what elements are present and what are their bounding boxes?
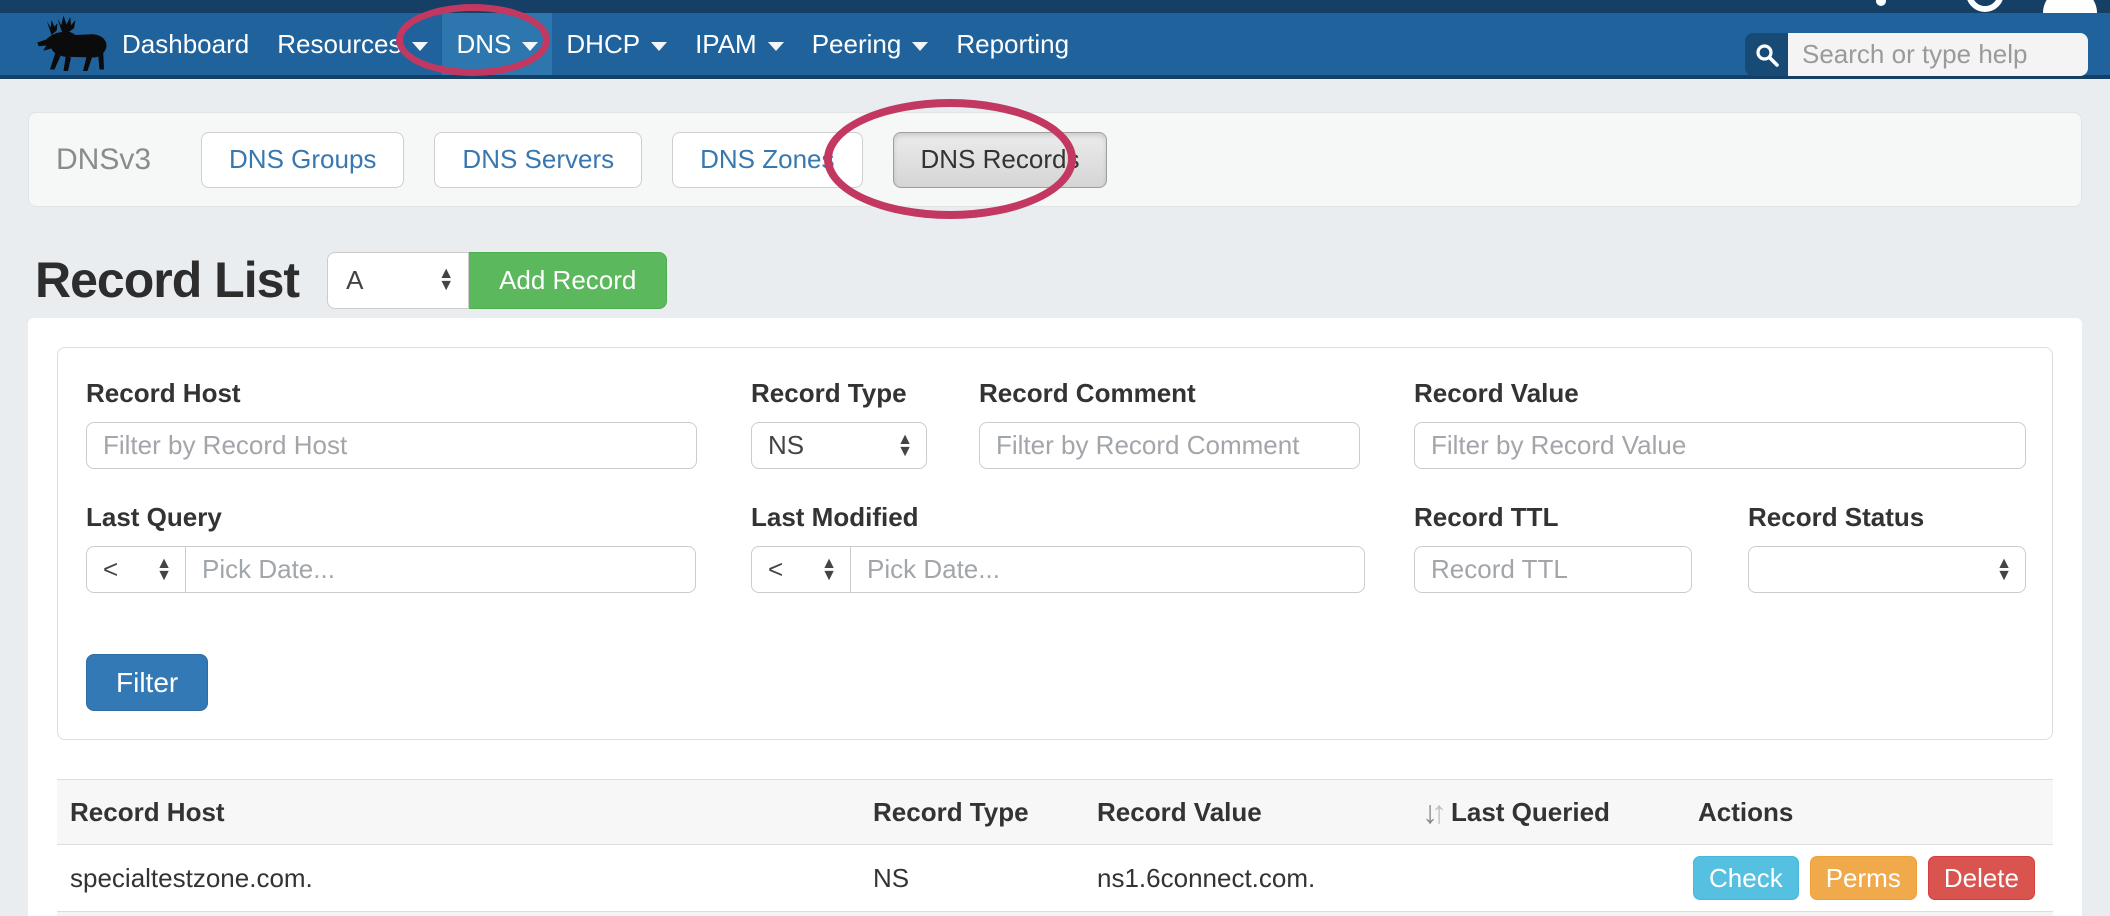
record-host-input[interactable] xyxy=(86,422,697,469)
filter-submit-button[interactable]: Filter xyxy=(86,654,208,711)
sort-ascending-icon: ↑ xyxy=(1431,794,1447,831)
filter-field-record-type: Record Type NS ▲▼ xyxy=(751,378,927,469)
search-icon[interactable] xyxy=(1745,33,1788,76)
next-row-partial xyxy=(57,912,2053,916)
record-list-card: Record Host Record Type NS ▲▼ Record Com… xyxy=(28,318,2082,916)
last-modified-operator-select[interactable]: < ▲▼ xyxy=(751,546,851,593)
record-type-selected-value: A xyxy=(346,265,363,296)
perms-button[interactable]: Perms xyxy=(1810,856,1917,900)
search-input[interactable] xyxy=(1788,33,2088,76)
dns-records-page: Dashboard Resources DNS DHCP IPAM Peerin… xyxy=(0,0,2110,916)
filter-field-record-ttl: Record TTL xyxy=(1414,502,1692,593)
check-button[interactable]: Check xyxy=(1693,856,1799,900)
record-value-label: Record Value xyxy=(1414,378,2026,409)
record-comment-input[interactable] xyxy=(979,422,1360,469)
nav-item-dashboard[interactable]: Dashboard xyxy=(108,13,263,75)
filter-field-record-status: Record Status ▲▼ xyxy=(1748,502,2026,593)
record-value-input[interactable] xyxy=(1414,422,2026,469)
nav-item-dns[interactable]: DNS xyxy=(442,13,552,75)
cell-actions: Check Perms Delete xyxy=(1683,856,2053,900)
record-type-filter-select[interactable]: NS ▲▼ xyxy=(751,422,927,469)
last-query-combo: < ▲▼ xyxy=(86,546,697,593)
main-navbar: Dashboard Resources DNS DHCP IPAM Peerin… xyxy=(0,13,2110,79)
records-table: Record Host Record Type Record Value ↓ ↑… xyxy=(57,779,2053,916)
table-row: specialtestzone.com. NS ns1.6connect.com… xyxy=(57,845,2053,912)
nav-item-dhcp[interactable]: DHCP xyxy=(552,13,681,75)
dnsv3-toolbar: DNSv3 DNS Groups DNS Servers DNS Zones D… xyxy=(28,112,2082,207)
nav-label: Reporting xyxy=(956,29,1069,60)
delete-button[interactable]: Delete xyxy=(1928,856,2035,900)
record-type-select[interactable]: A ▲▼ xyxy=(327,252,469,309)
record-comment-label: Record Comment xyxy=(979,378,1360,409)
filter-field-record-host: Record Host xyxy=(86,378,697,469)
add-record-group: A ▲▼ Add Record xyxy=(327,252,667,309)
filter-panel: Record Host Record Type NS ▲▼ Record Com… xyxy=(57,347,2053,740)
top-utility-strip xyxy=(0,0,2110,13)
last-query-date-input[interactable] xyxy=(185,546,696,593)
global-search xyxy=(1745,33,2088,76)
chevron-down-icon xyxy=(651,42,667,51)
cell-record-type: NS xyxy=(873,863,1097,894)
nav-item-peering[interactable]: Peering xyxy=(798,13,943,75)
record-type-filter-value: NS xyxy=(768,430,804,461)
chevron-down-icon xyxy=(768,42,784,51)
select-stepper-icon: ▲▼ xyxy=(821,558,837,581)
nav-label: IPAM xyxy=(695,29,757,60)
user-avatar-icon[interactable] xyxy=(2043,0,2097,13)
tab-dns-groups[interactable]: DNS Groups xyxy=(201,132,404,188)
filter-field-record-value: Record Value xyxy=(1414,378,2026,469)
last-modified-combo: < ▲▼ xyxy=(751,546,1366,593)
nav-menu: Dashboard Resources DNS DHCP IPAM Peerin… xyxy=(108,13,1083,75)
record-host-label: Record Host xyxy=(86,378,697,409)
chevron-down-icon xyxy=(522,42,538,51)
nav-item-ipam[interactable]: IPAM xyxy=(681,13,798,75)
nav-item-resources[interactable]: Resources xyxy=(263,13,442,75)
col-header-record-value: Record Value xyxy=(1097,797,1422,828)
col-header-record-type: Record Type xyxy=(873,797,1097,828)
col-header-record-host: Record Host xyxy=(57,797,873,828)
select-stepper-icon: ▲▼ xyxy=(1996,558,2012,581)
cell-record-value: ns1.6connect.com. xyxy=(1097,863,1422,894)
last-modified-date-input[interactable] xyxy=(850,546,1365,593)
table-header-row: Record Host Record Type Record Value ↓ ↑… xyxy=(57,779,2053,845)
last-modified-operator-value: < xyxy=(768,554,783,585)
filter-field-last-query: Last Query < ▲▼ xyxy=(86,502,697,593)
record-ttl-input[interactable] xyxy=(1414,546,1692,593)
add-record-button[interactable]: Add Record xyxy=(469,252,667,309)
nav-label: Dashboard xyxy=(122,29,249,60)
filter-field-last-modified: Last Modified < ▲▼ xyxy=(751,502,1366,593)
nav-item-reporting[interactable]: Reporting xyxy=(942,13,1083,75)
last-query-operator-value: < xyxy=(103,554,118,585)
chevron-down-icon xyxy=(412,42,428,51)
select-stepper-icon: ▲▼ xyxy=(438,268,454,291)
select-stepper-icon: ▲▼ xyxy=(156,558,172,581)
nav-label: Resources xyxy=(277,29,401,60)
last-queried-header-label: Last Queried xyxy=(1451,797,1610,828)
last-modified-label: Last Modified xyxy=(751,502,1366,533)
record-status-label: Record Status xyxy=(1748,502,2026,533)
select-stepper-icon: ▲▼ xyxy=(897,434,913,457)
last-query-operator-select[interactable]: < ▲▼ xyxy=(86,546,186,593)
record-status-select[interactable]: ▲▼ xyxy=(1748,546,2026,593)
record-list-header: Record List A ▲▼ Add Record xyxy=(35,243,667,317)
notification-dot-icon xyxy=(1876,0,1886,6)
nav-label: DNS xyxy=(456,29,511,60)
col-header-actions: Actions xyxy=(1683,797,2053,828)
filter-field-record-comment: Record Comment xyxy=(979,378,1360,469)
tab-dns-servers[interactable]: DNS Servers xyxy=(434,132,642,188)
tab-dns-records[interactable]: DNS Records xyxy=(893,132,1108,188)
col-header-last-queried[interactable]: ↓ ↑ Last Queried xyxy=(1422,794,1683,831)
cell-record-host: specialtestzone.com. xyxy=(57,863,873,894)
record-type-label: Record Type xyxy=(751,378,927,409)
page-title: Record List xyxy=(35,251,299,309)
help-circle-icon[interactable] xyxy=(1966,0,2004,12)
nav-label: Peering xyxy=(812,29,902,60)
nav-label: DHCP xyxy=(566,29,640,60)
tab-dns-zones[interactable]: DNS Zones xyxy=(672,132,862,188)
last-query-label: Last Query xyxy=(86,502,697,533)
record-ttl-label: Record TTL xyxy=(1414,502,1692,533)
dnsv3-title: DNSv3 xyxy=(56,143,151,177)
chevron-down-icon xyxy=(912,42,928,51)
